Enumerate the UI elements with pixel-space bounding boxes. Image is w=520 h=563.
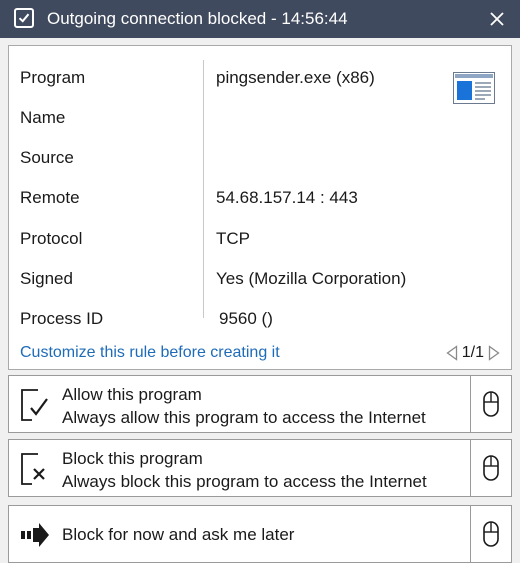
label-process-id: Process ID <box>20 309 104 328</box>
triangle-left-icon <box>446 345 457 361</box>
value-remote: 54.68.157.14 : 443 <box>216 188 358 207</box>
value-program: pingsender.exe (x86) <box>216 68 375 87</box>
window-check-icon <box>14 8 34 28</box>
block-x-icon <box>21 453 45 485</box>
close-button[interactable] <box>482 4 512 34</box>
triangle-right-icon <box>488 345 500 361</box>
block-description: Always block this program to access the … <box>62 472 427 491</box>
label-source: Source <box>20 148 74 167</box>
label-name: Name <box>20 108 66 127</box>
action-separator <box>470 506 471 562</box>
block-for-now-title: Block for now and ask me later <box>62 525 295 544</box>
pager: 1/1 <box>445 342 501 364</box>
label-remote: Remote <box>20 188 80 207</box>
mouse-icon[interactable] <box>483 521 499 547</box>
application-window-icon <box>453 72 495 104</box>
value-process-id: 9560 () <box>219 309 273 328</box>
connection-details-panel: Program pingsender.exe (x86) Name Source… <box>8 45 512 370</box>
title-bar: Outgoing connection blocked - 14:56:44 <box>0 0 520 38</box>
label-program: Program <box>20 68 86 87</box>
column-divider <box>203 60 204 318</box>
label-signed: Signed <box>20 269 73 288</box>
block-for-now-button[interactable]: Block for now and ask me later <box>8 505 512 563</box>
arrow-right-icon <box>21 523 49 547</box>
label-protocol: Protocol <box>20 229 83 248</box>
value-protocol: TCP <box>216 229 250 248</box>
mouse-icon[interactable] <box>483 455 499 481</box>
close-icon <box>490 12 504 26</box>
action-separator <box>470 376 471 432</box>
next-button[interactable] <box>487 345 501 361</box>
allow-program-button[interactable]: Allow this program Always allow this pro… <box>8 375 512 433</box>
value-signed: Yes (Mozilla Corporation) <box>216 269 407 288</box>
customize-rule-link[interactable]: Customize this rule before creating it <box>20 343 280 363</box>
allow-title: Allow this program <box>62 385 202 404</box>
allow-description: Always allow this program to access the … <box>62 408 426 427</box>
block-title: Block this program <box>62 449 203 468</box>
mouse-icon[interactable] <box>483 391 499 417</box>
action-separator <box>470 440 471 496</box>
allow-check-icon <box>21 389 48 421</box>
prev-button[interactable] <box>445 345 459 361</box>
block-program-button[interactable]: Block this program Always block this pro… <box>8 439 512 497</box>
window-title: Outgoing connection blocked - 14:56:44 <box>47 9 348 28</box>
pager-count: 1/1 <box>461 344 484 361</box>
